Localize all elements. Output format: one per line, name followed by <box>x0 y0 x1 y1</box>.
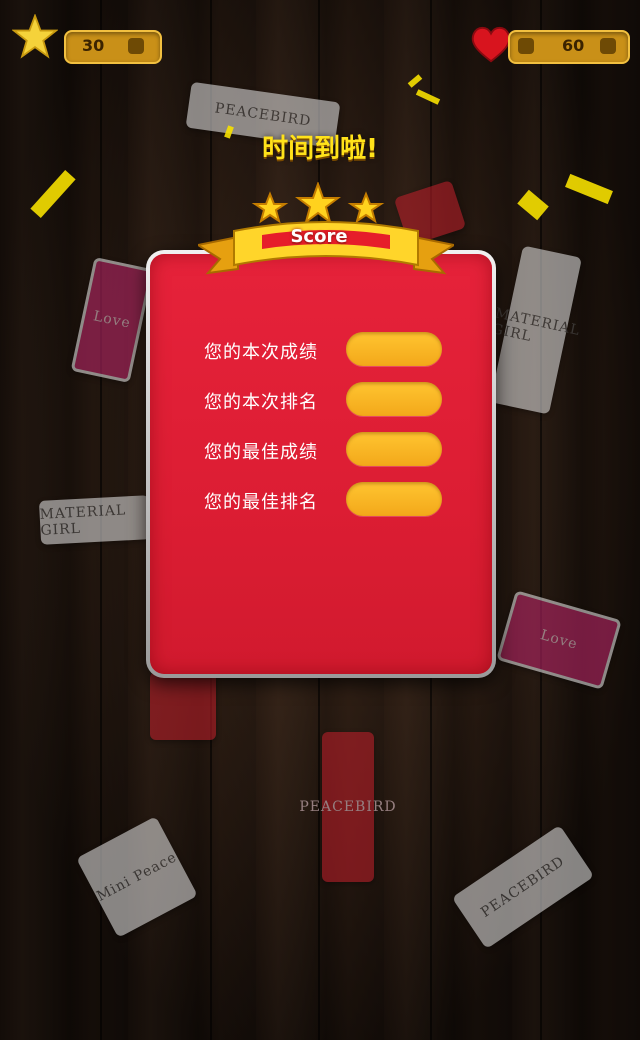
current-score-row: 您的本次成绩 <box>204 332 444 366</box>
heart-icon <box>471 26 511 63</box>
stars-counter-badge <box>128 38 144 54</box>
current-score-field <box>346 332 442 366</box>
lives-counter: 60 <box>508 30 630 64</box>
confetti-piece <box>517 189 549 221</box>
confetti-piece <box>30 169 76 219</box>
confetti-piece <box>565 173 613 205</box>
background-tag: PEACEBIRD <box>451 824 595 950</box>
current-rank-field <box>346 382 442 416</box>
background-tag <box>150 672 216 740</box>
best-rank-row: 您的最佳排名 <box>204 482 444 516</box>
background-tag: Love <box>70 257 154 383</box>
background-tag: Love <box>496 590 622 690</box>
score-label: Score <box>290 226 348 247</box>
background-tag: MATERIAL GIRL <box>490 245 582 415</box>
lives-counter-value: 60 <box>562 36 585 55</box>
stars-counter-value: 30 <box>82 36 105 55</box>
current-rank-row: 您的本次排名 <box>204 382 444 416</box>
best-rank-field <box>346 482 442 516</box>
best-score-label: 您的最佳成绩 <box>204 442 318 463</box>
time-up-title: 时间到啦! <box>262 134 378 164</box>
best-score-field <box>346 432 442 466</box>
background-tag: Mini Peace <box>76 816 198 938</box>
best-rank-label: 您的最佳排名 <box>204 492 318 513</box>
background-tag: MATERIAL GIRL <box>38 495 152 545</box>
star-icon <box>12 14 58 59</box>
current-score-label: 您的本次成绩 <box>204 342 318 363</box>
best-score-row: 您的最佳成绩 <box>204 432 444 466</box>
confetti-piece <box>415 89 441 105</box>
current-rank-label: 您的本次排名 <box>204 392 318 413</box>
lives-counter-badge <box>600 38 616 54</box>
confetti-piece <box>407 74 423 88</box>
background-tag: PEACEBIRD <box>299 732 396 882</box>
lives-counter-badge <box>518 38 534 54</box>
stars-counter: 30 <box>64 30 162 64</box>
